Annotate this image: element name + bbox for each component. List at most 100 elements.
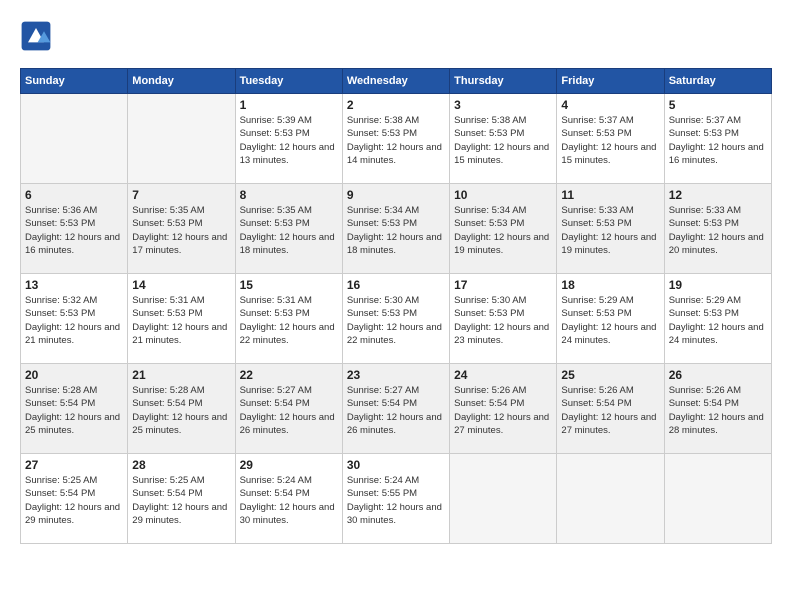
day-info: Sunrise: 5:37 AMSunset: 5:53 PMDaylight:… bbox=[561, 114, 659, 167]
calendar-cell: 6 Sunrise: 5:36 AMSunset: 5:53 PMDaylight… bbox=[21, 184, 128, 274]
day-info: Sunrise: 5:32 AMSunset: 5:53 PMDaylight:… bbox=[25, 294, 123, 347]
day-number: 18 bbox=[561, 278, 659, 292]
day-number: 6 bbox=[25, 188, 123, 202]
day-number: 26 bbox=[669, 368, 767, 382]
calendar-cell: 20 Sunrise: 5:28 AMSunset: 5:54 PMDayligh… bbox=[21, 364, 128, 454]
calendar-cell: 14 Sunrise: 5:31 AMSunset: 5:53 PMDayligh… bbox=[128, 274, 235, 364]
day-number: 16 bbox=[347, 278, 445, 292]
day-number: 4 bbox=[561, 98, 659, 112]
day-info: Sunrise: 5:26 AMSunset: 5:54 PMDaylight:… bbox=[561, 384, 659, 437]
day-number: 5 bbox=[669, 98, 767, 112]
calendar-cell bbox=[450, 454, 557, 544]
calendar-cell: 12 Sunrise: 5:33 AMSunset: 5:53 PMDayligh… bbox=[664, 184, 771, 274]
weekday-header-saturday: Saturday bbox=[664, 69, 771, 94]
calendar-cell: 26 Sunrise: 5:26 AMSunset: 5:54 PMDayligh… bbox=[664, 364, 771, 454]
calendar-cell: 7 Sunrise: 5:35 AMSunset: 5:53 PMDaylight… bbox=[128, 184, 235, 274]
calendar-cell bbox=[664, 454, 771, 544]
calendar-cell: 29Sunrise: 5:24 AMSunset: 5:54 PMDayligh… bbox=[235, 454, 342, 544]
day-number: 19 bbox=[669, 278, 767, 292]
day-info: Sunrise: 5:26 AMSunset: 5:54 PMDaylight:… bbox=[669, 384, 767, 437]
day-number: 13 bbox=[25, 278, 123, 292]
weekday-header-wednesday: Wednesday bbox=[342, 69, 449, 94]
day-number: 11 bbox=[561, 188, 659, 202]
calendar-cell: 30 Sunrise: 5:24 AMSunset: 5:55 PMDayligh… bbox=[342, 454, 449, 544]
calendar-cell: 24Sunrise: 5:26 AMSunset: 5:54 PMDayligh… bbox=[450, 364, 557, 454]
day-info: Sunrise: 5:27 AMSunset: 5:54 PMDaylight:… bbox=[347, 384, 445, 437]
day-info: Sunrise: 5:28 AMSunset: 5:54 PMDaylight:… bbox=[132, 384, 230, 437]
day-info: Sunrise: 5:29 AMSunset: 5:53 PMDaylight:… bbox=[669, 294, 767, 347]
day-info: Sunrise: 5:30 AMSunset: 5:53 PMDaylight:… bbox=[347, 294, 445, 347]
calendar-cell: 22Sunrise: 5:27 AMSunset: 5:54 PMDayligh… bbox=[235, 364, 342, 454]
weekday-header-sunday: Sunday bbox=[21, 69, 128, 94]
calendar-week-row: 20 Sunrise: 5:28 AMSunset: 5:54 PMDayligh… bbox=[21, 364, 772, 454]
day-info: Sunrise: 5:36 AMSunset: 5:53 PMDaylight:… bbox=[25, 204, 123, 257]
calendar-cell: 9Sunrise: 5:34 AMSunset: 5:53 PMDaylight… bbox=[342, 184, 449, 274]
day-number: 9 bbox=[347, 188, 445, 202]
day-info: Sunrise: 5:24 AMSunset: 5:55 PMDaylight:… bbox=[347, 474, 445, 527]
calendar-week-row: 27 Sunrise: 5:25 AMSunset: 5:54 PMDayligh… bbox=[21, 454, 772, 544]
calendar-header-row: SundayMondayTuesdayWednesdayThursdayFrid… bbox=[21, 69, 772, 94]
calendar-cell: 19 Sunrise: 5:29 AMSunset: 5:53 PMDayligh… bbox=[664, 274, 771, 364]
day-info: Sunrise: 5:27 AMSunset: 5:54 PMDaylight:… bbox=[240, 384, 338, 437]
calendar-cell bbox=[21, 94, 128, 184]
day-number: 12 bbox=[669, 188, 767, 202]
day-info: Sunrise: 5:30 AMSunset: 5:53 PMDaylight:… bbox=[454, 294, 552, 347]
calendar-week-row: 1 Sunrise: 5:39 AMSunset: 5:53 PMDaylight… bbox=[21, 94, 772, 184]
day-number: 28 bbox=[132, 458, 230, 472]
day-number: 25 bbox=[561, 368, 659, 382]
calendar-cell: 15 Sunrise: 5:31 AMSunset: 5:53 PMDayligh… bbox=[235, 274, 342, 364]
calendar-cell: 3 Sunrise: 5:38 AMSunset: 5:53 PMDaylight… bbox=[450, 94, 557, 184]
day-info: Sunrise: 5:39 AMSunset: 5:53 PMDaylight:… bbox=[240, 114, 338, 167]
day-info: Sunrise: 5:31 AMSunset: 5:53 PMDaylight:… bbox=[132, 294, 230, 347]
calendar-cell: 1 Sunrise: 5:39 AMSunset: 5:53 PMDaylight… bbox=[235, 94, 342, 184]
day-number: 23 bbox=[347, 368, 445, 382]
day-number: 10 bbox=[454, 188, 552, 202]
calendar-cell: 17 Sunrise: 5:30 AMSunset: 5:53 PMDayligh… bbox=[450, 274, 557, 364]
day-number: 17 bbox=[454, 278, 552, 292]
day-number: 20 bbox=[25, 368, 123, 382]
day-info: Sunrise: 5:35 AMSunset: 5:53 PMDaylight:… bbox=[240, 204, 338, 257]
calendar-cell bbox=[557, 454, 664, 544]
calendar-cell: 18 Sunrise: 5:29 AMSunset: 5:53 PMDayligh… bbox=[557, 274, 664, 364]
day-number: 30 bbox=[347, 458, 445, 472]
day-number: 1 bbox=[240, 98, 338, 112]
weekday-header-monday: Monday bbox=[128, 69, 235, 94]
calendar-cell: 10 Sunrise: 5:34 AMSunset: 5:53 PMDayligh… bbox=[450, 184, 557, 274]
calendar-week-row: 6 Sunrise: 5:36 AMSunset: 5:53 PMDaylight… bbox=[21, 184, 772, 274]
day-info: Sunrise: 5:31 AMSunset: 5:53 PMDaylight:… bbox=[240, 294, 338, 347]
day-number: 14 bbox=[132, 278, 230, 292]
day-info: Sunrise: 5:25 AMSunset: 5:54 PMDaylight:… bbox=[132, 474, 230, 527]
calendar-cell: 27 Sunrise: 5:25 AMSunset: 5:54 PMDayligh… bbox=[21, 454, 128, 544]
day-info: Sunrise: 5:24 AMSunset: 5:54 PMDaylight:… bbox=[240, 474, 338, 527]
calendar-cell: 21 Sunrise: 5:28 AMSunset: 5:54 PMDayligh… bbox=[128, 364, 235, 454]
calendar-cell: 28 Sunrise: 5:25 AMSunset: 5:54 PMDayligh… bbox=[128, 454, 235, 544]
calendar-cell: 23 Sunrise: 5:27 AMSunset: 5:54 PMDayligh… bbox=[342, 364, 449, 454]
day-info: Sunrise: 5:34 AMSunset: 5:53 PMDaylight:… bbox=[454, 204, 552, 257]
day-number: 27 bbox=[25, 458, 123, 472]
day-number: 15 bbox=[240, 278, 338, 292]
day-number: 3 bbox=[454, 98, 552, 112]
calendar-cell: 25 Sunrise: 5:26 AMSunset: 5:54 PMDayligh… bbox=[557, 364, 664, 454]
day-info: Sunrise: 5:29 AMSunset: 5:53 PMDaylight:… bbox=[561, 294, 659, 347]
day-info: Sunrise: 5:35 AMSunset: 5:53 PMDaylight:… bbox=[132, 204, 230, 257]
day-info: Sunrise: 5:26 AMSunset: 5:54 PMDaylight:… bbox=[454, 384, 552, 437]
page-header bbox=[20, 20, 772, 52]
day-info: Sunrise: 5:33 AMSunset: 5:53 PMDaylight:… bbox=[669, 204, 767, 257]
calendar-week-row: 13 Sunrise: 5:32 AMSunset: 5:53 PMDayligh… bbox=[21, 274, 772, 364]
day-number: 2 bbox=[347, 98, 445, 112]
day-number: 8 bbox=[240, 188, 338, 202]
calendar-cell bbox=[128, 94, 235, 184]
day-number: 21 bbox=[132, 368, 230, 382]
day-info: Sunrise: 5:37 AMSunset: 5:53 PMDaylight:… bbox=[669, 114, 767, 167]
weekday-header-tuesday: Tuesday bbox=[235, 69, 342, 94]
calendar-cell: 11Sunrise: 5:33 AMSunset: 5:53 PMDayligh… bbox=[557, 184, 664, 274]
calendar-cell: 8 Sunrise: 5:35 AMSunset: 5:53 PMDaylight… bbox=[235, 184, 342, 274]
logo bbox=[20, 20, 56, 52]
calendar-cell: 13 Sunrise: 5:32 AMSunset: 5:53 PMDayligh… bbox=[21, 274, 128, 364]
weekday-header-friday: Friday bbox=[557, 69, 664, 94]
day-info: Sunrise: 5:28 AMSunset: 5:54 PMDaylight:… bbox=[25, 384, 123, 437]
calendar-body: 1 Sunrise: 5:39 AMSunset: 5:53 PMDaylight… bbox=[21, 94, 772, 544]
day-info: Sunrise: 5:25 AMSunset: 5:54 PMDaylight:… bbox=[25, 474, 123, 527]
day-info: Sunrise: 5:38 AMSunset: 5:53 PMDaylight:… bbox=[454, 114, 552, 167]
day-number: 7 bbox=[132, 188, 230, 202]
